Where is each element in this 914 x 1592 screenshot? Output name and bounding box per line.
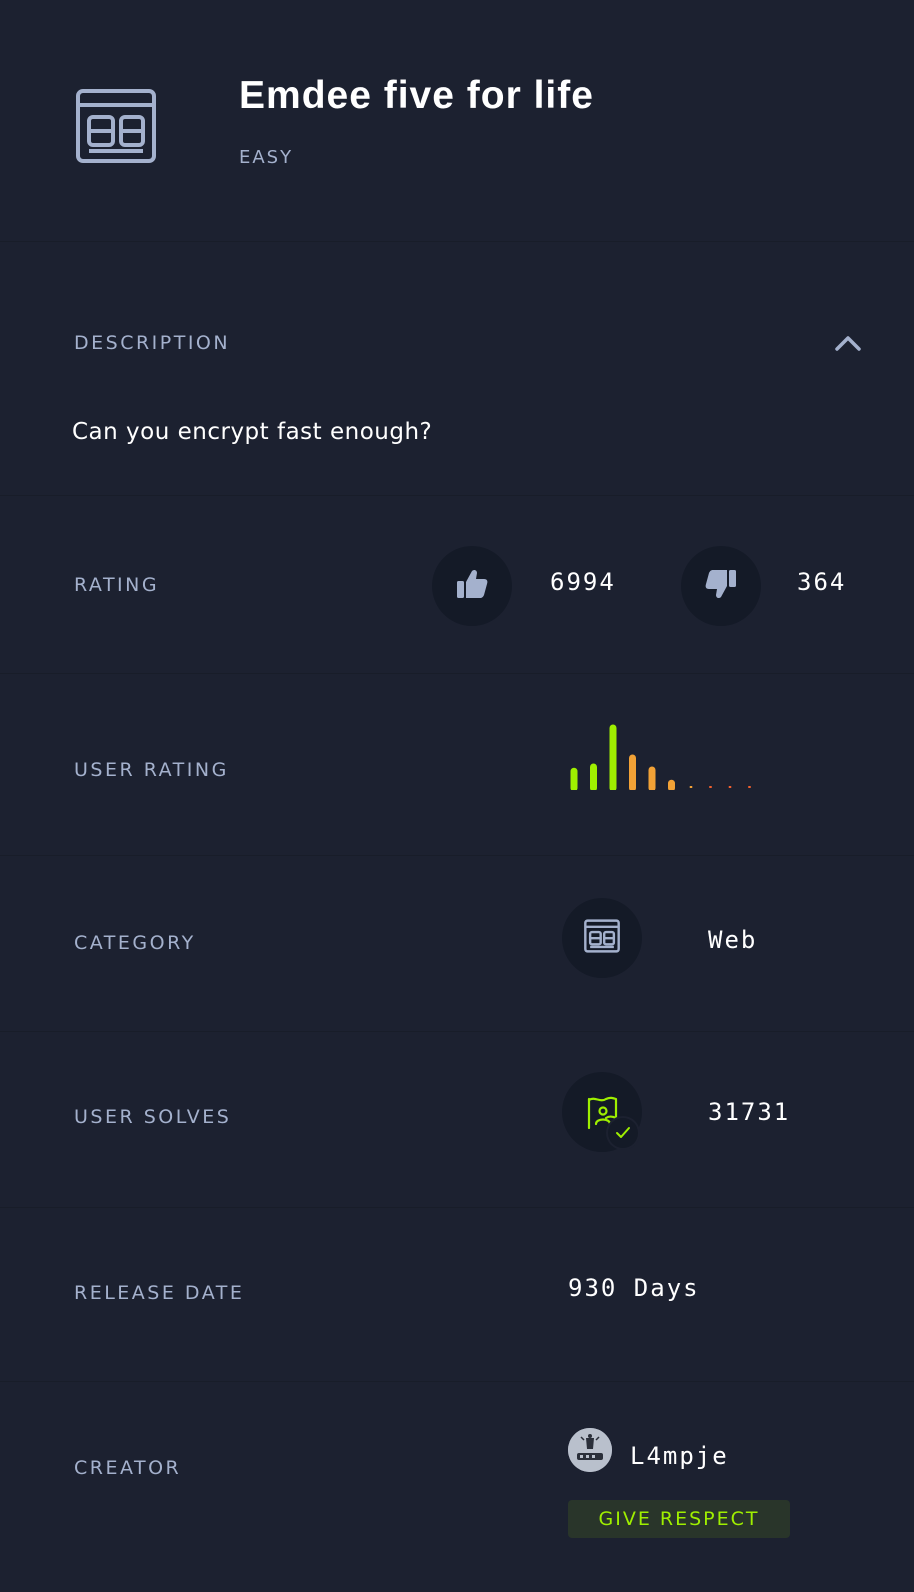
thumbs-up-icon: [455, 568, 489, 604]
challenge-page: Emdee five for life EASY DESCRIPTION Can…: [0, 0, 914, 1592]
creator-name[interactable]: L4mpje: [630, 1442, 729, 1470]
give-respect-button[interactable]: GIVE RESPECT: [568, 1500, 790, 1538]
description-label: DESCRIPTION: [74, 332, 231, 354]
flag-user-check-icon: [562, 1072, 642, 1152]
divider: [0, 1031, 914, 1032]
category-value: Web: [708, 926, 758, 954]
web-browser-icon: [75, 88, 157, 164]
divider: [0, 1381, 914, 1382]
divider: [0, 855, 914, 856]
likes-count: 6994: [550, 568, 616, 596]
divider: [0, 1207, 914, 1208]
dislike-button[interactable]: [681, 546, 761, 626]
avatar[interactable]: [568, 1428, 612, 1472]
like-button[interactable]: [432, 546, 512, 626]
rating-label: RATING: [74, 574, 160, 596]
user-solves-icon-circle: [562, 1072, 642, 1152]
difficulty-label: EASY: [239, 147, 294, 168]
release-date-value: 930 Days: [568, 1274, 700, 1302]
chevron-up-icon[interactable]: [834, 333, 862, 353]
creator-label: CREATOR: [74, 1457, 182, 1479]
user-rating-chart: [570, 724, 751, 790]
divider: [0, 673, 914, 674]
challenge-title: Emdee five for life: [239, 74, 594, 117]
release-date-label: RELEASE DATE: [74, 1282, 245, 1304]
user-solves-label: USER SOLVES: [74, 1106, 232, 1128]
divider: [0, 241, 914, 242]
category-label: CATEGORY: [74, 932, 196, 954]
challenge-header: Emdee five for life EASY: [0, 0, 914, 242]
divider: [0, 495, 914, 496]
dislikes-count: 364: [797, 568, 847, 596]
web-browser-icon: [584, 919, 620, 957]
category-icon-circle: [562, 898, 642, 978]
description-text: Can you encrypt fast enough?: [72, 419, 433, 445]
user-rating-label: USER RATING: [74, 759, 229, 781]
user-solves-value: 31731: [708, 1098, 791, 1126]
thumbs-down-icon: [704, 568, 738, 604]
